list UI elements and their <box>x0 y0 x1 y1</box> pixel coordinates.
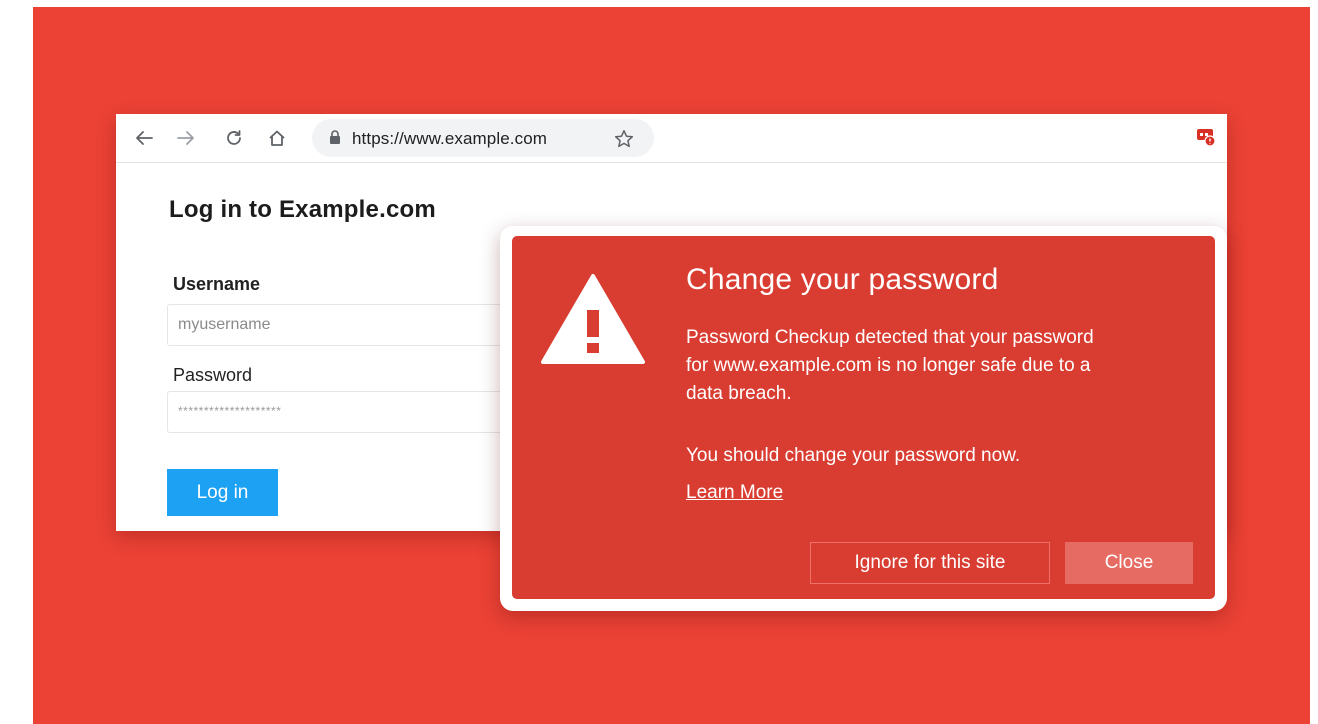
alert-title: Change your password <box>686 263 999 296</box>
username-value: myusername <box>178 316 271 333</box>
password-checkup-extension-icon[interactable] <box>1196 127 1216 152</box>
alert-message: Password Checkup detected that your pass… <box>686 327 1094 404</box>
warning-triangle-icon <box>539 272 647 371</box>
password-label: Password <box>173 365 253 385</box>
alert-advice: You should change your password now. <box>686 445 1021 466</box>
lock-icon <box>329 130 341 150</box>
forward-arrow-icon[interactable] <box>172 124 200 152</box>
login-button[interactable]: Log in <box>167 469 278 516</box>
page-title: Log in to Example.com <box>169 196 436 223</box>
reload-icon[interactable] <box>220 124 248 152</box>
back-arrow-icon[interactable] <box>130 124 158 152</box>
address-bar[interactable]: https://www.example.com <box>312 119 654 157</box>
password-alert-dialog: Change your password Password Checkup de… <box>500 226 1227 611</box>
browser-toolbar: https://www.example.com <box>116 114 1227 163</box>
ignore-for-site-button[interactable]: Ignore for this site <box>810 542 1050 584</box>
star-icon[interactable] <box>612 127 636 151</box>
username-label: Username <box>173 274 261 294</box>
close-button[interactable]: Close <box>1065 542 1193 584</box>
learn-more-link[interactable]: Learn More <box>686 482 783 504</box>
password-value: ******************** <box>178 404 282 418</box>
url-text: https://www.example.com <box>352 129 548 148</box>
home-icon[interactable] <box>263 124 291 152</box>
alert-panel: Change your password Password Checkup de… <box>512 236 1215 599</box>
